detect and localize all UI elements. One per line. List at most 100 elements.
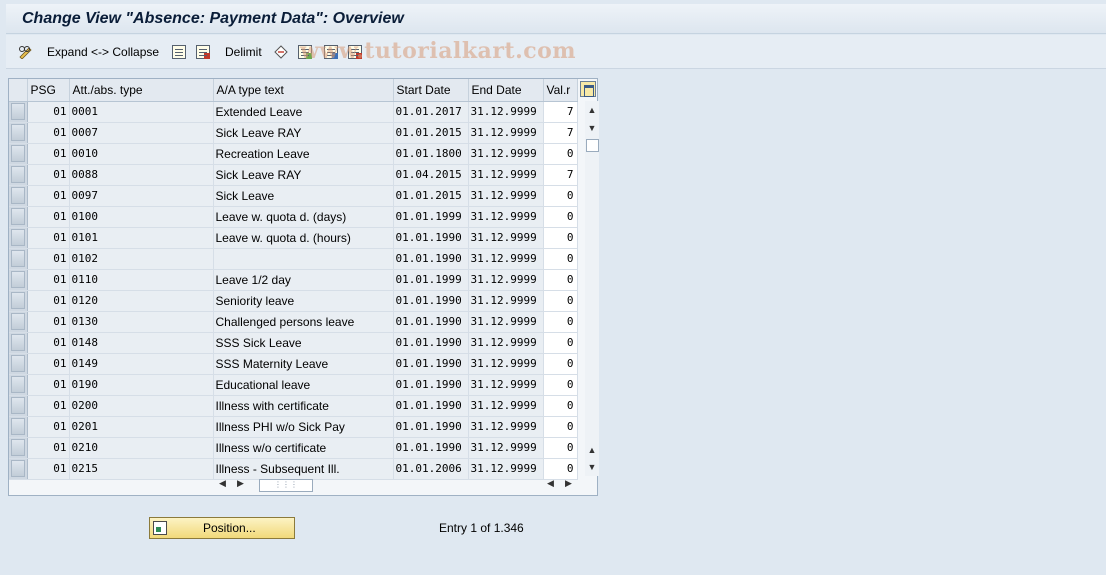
table-row[interactable]: 01 0210 Illness w/o certificate 01.01.1990 3… [9,437,578,459]
cell-val-r[interactable]: 0 [543,143,578,165]
cell-aa-type-text: Extended Leave [213,101,394,123]
new-entries-button[interactable] [172,43,186,61]
cell-val-r[interactable]: 7 [543,122,578,144]
cell-val-r[interactable]: 0 [543,185,578,207]
change-display-button[interactable] [18,43,34,61]
vertical-scrollbar[interactable]: ▲ ▼ ▲ ▼ [585,101,599,476]
table-row[interactable]: 01 0097 Sick Leave 01.01.2015 31.12.9999 0 [9,185,578,207]
table-row[interactable]: 01 0102 01.01.1990 31.12.9999 0 [9,248,578,270]
vertical-scroll-thumb[interactable] [586,139,599,152]
cell-val-r[interactable]: 0 [543,311,578,333]
copy-as-button[interactable] [196,43,210,61]
scroll-page-up-icon[interactable]: ▲ [587,445,597,455]
cell-val-r[interactable]: 0 [543,269,578,291]
row-selector[interactable] [9,416,28,438]
cell-val-r[interactable]: 0 [543,290,578,312]
horizontal-scroll-thumb[interactable]: ⋮⋮⋮ [259,479,313,492]
cell-val-r[interactable]: 0 [543,458,578,480]
table-row[interactable]: 01 0130 Challenged persons leave 01.01.1990… [9,311,578,333]
cell-val-r[interactable]: 0 [543,353,578,375]
cell-psg: 01 [27,164,70,186]
table-row[interactable]: 01 0200 Illness with certificate 01.01.1990… [9,395,578,417]
cell-start-date: 01.01.1990 [393,290,469,312]
cell-aa-type-text: Recreation Leave [213,143,394,165]
row-selector[interactable] [9,248,28,270]
column-configuration-icon[interactable] [580,81,596,97]
column-header-att-abs-type[interactable]: Att./abs. type [69,79,214,102]
cell-val-r[interactable]: 0 [543,437,578,459]
cell-start-date: 01.01.1999 [393,206,469,228]
cell-val-r[interactable]: 7 [543,164,578,186]
cell-val-r[interactable]: 0 [543,248,578,270]
cell-val-r[interactable]: 0 [543,227,578,249]
cell-val-r[interactable]: 0 [543,206,578,228]
delimit-button[interactable]: Delimit [225,43,262,61]
row-selector[interactable] [9,290,28,312]
cell-psg: 01 [27,227,70,249]
cell-val-r[interactable]: 0 [543,332,578,354]
position-button[interactable]: Position... [149,517,295,539]
table-row[interactable]: 01 0201 Illness PHI w/o Sick Pay 01.01.1990… [9,416,578,438]
table-row[interactable]: 01 0148 SSS Sick Leave 01.01.1990 31.12.9999… [9,332,578,354]
table-row[interactable]: 01 0088 Sick Leave RAY 01.04.2015 31.12.9999… [9,164,578,186]
cell-val-r[interactable]: 0 [543,395,578,417]
cell-val-r[interactable]: 0 [543,374,578,396]
row-selector[interactable] [9,437,28,459]
table-row[interactable]: 01 0190 Educational leave 01.01.1990 31.12.9… [9,374,578,396]
row-selector[interactable] [9,206,28,228]
column-header-end-date[interactable]: End Date [468,79,544,102]
scroll-down-icon[interactable]: ▼ [587,123,597,133]
scroll-right-icon[interactable]: ▶ [237,478,244,489]
scroll-up-icon[interactable]: ▲ [587,105,597,115]
row-selector[interactable] [9,164,28,186]
row-selector[interactable] [9,353,28,375]
table-row[interactable]: 01 0001 Extended Leave 01.01.2017 31.12.9999… [9,101,578,123]
table-row[interactable]: 01 0149 SSS Maternity Leave 01.01.1990 31.12… [9,353,578,375]
column-header-start-date[interactable]: Start Date [393,79,469,102]
expand-collapse-button[interactable]: Expand <-> Collapse [47,43,159,61]
cell-att-abs-type: 0101 [69,227,214,249]
scroll-page-down-icon[interactable]: ▼ [587,462,597,472]
row-selector[interactable] [9,311,28,333]
pencil-glasses-icon [18,45,34,60]
column-header-psg[interactable]: PSG [27,79,70,102]
row-selector[interactable] [9,143,28,165]
row-selector[interactable] [9,332,28,354]
column-header-aa-type-text[interactable]: A/A type text [213,79,394,102]
row-selector[interactable] [9,395,28,417]
row-selector[interactable] [9,122,28,144]
table-row[interactable]: 01 0100 Leave w. quota d. (days) 01.01.1999… [9,206,578,228]
cell-att-abs-type: 0110 [69,269,214,291]
horizontal-scrollbar[interactable]: ◀ ▶ ⋮⋮⋮ ◀ ▶ [215,477,585,493]
cell-psg: 01 [27,269,70,291]
scroll-far-left-icon[interactable]: ◀ [547,478,554,489]
row-selector[interactable] [9,101,28,123]
row-selector[interactable] [9,227,28,249]
column-header-val-r[interactable]: Val.r [543,79,578,102]
table-row[interactable]: 01 0010 Recreation Leave 01.01.1800 31.12.99… [9,143,578,165]
table-row[interactable]: 01 0215 Illness - Subsequent Ill. 01.01.200… [9,458,578,480]
row-selector[interactable] [9,374,28,396]
undo-change-button[interactable] [274,43,288,61]
row-selector[interactable] [9,185,28,207]
scroll-far-right-icon[interactable]: ▶ [565,478,572,489]
select-all-header[interactable] [9,79,28,102]
cell-psg: 01 [27,437,70,459]
row-selector[interactable] [9,458,28,480]
cell-end-date: 31.12.9999 [468,143,544,165]
cell-att-abs-type: 0201 [69,416,214,438]
cell-start-date: 01.01.1990 [393,311,469,333]
cell-psg: 01 [27,374,70,396]
table-row[interactable]: 01 0007 Sick Leave RAY 01.01.2015 31.12.9999… [9,122,578,144]
scroll-left-icon[interactable]: ◀ [219,478,226,489]
table-row[interactable]: 01 0101 Leave w. quota d. (hours) 01.01.199… [9,227,578,249]
table-row[interactable]: 01 0120 Seniority leave 01.01.1990 31.12.999… [9,290,578,312]
cell-val-r[interactable]: 7 [543,101,578,123]
cell-end-date: 31.12.9999 [468,206,544,228]
cell-psg: 01 [27,185,70,207]
table-row[interactable]: 01 0110 Leave 1/2 day 01.01.1999 31.12.9999 0 [9,269,578,291]
cell-val-r[interactable]: 0 [543,416,578,438]
expand-collapse-label: Expand <-> Collapse [47,45,160,59]
cell-psg: 01 [27,101,70,123]
row-selector[interactable] [9,269,28,291]
